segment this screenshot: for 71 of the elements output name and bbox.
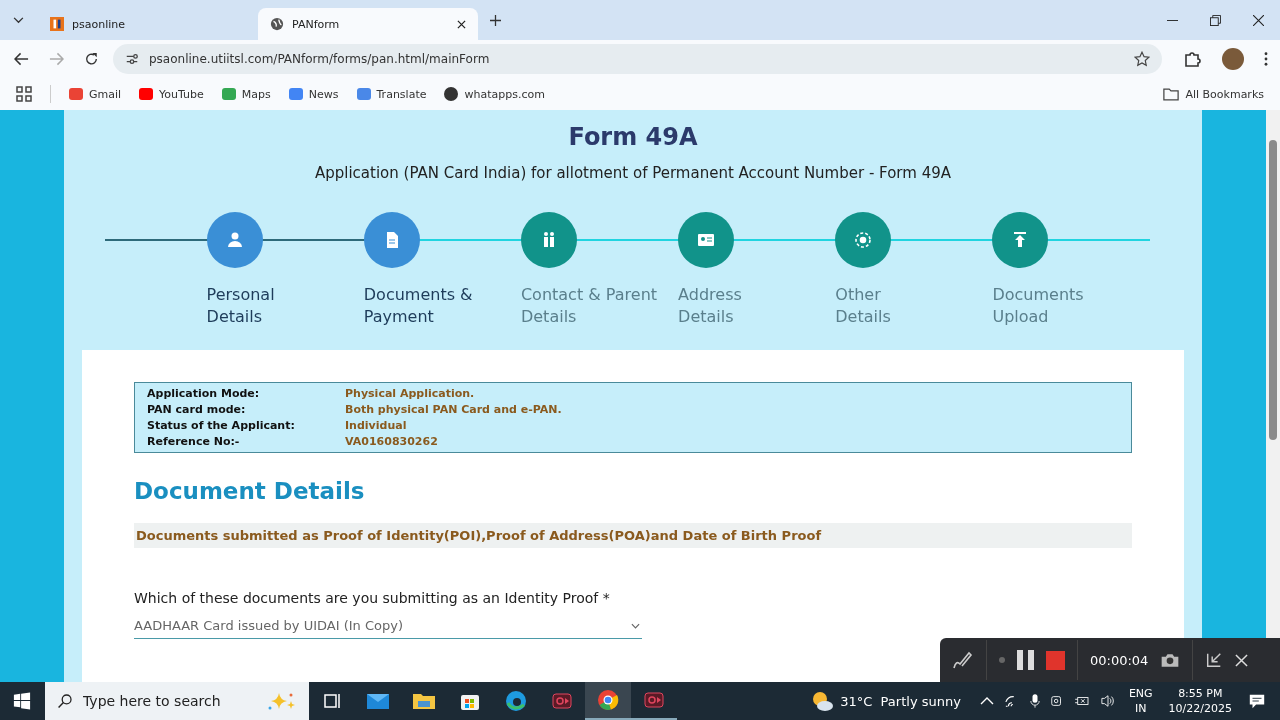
weather-text[interactable]: 31°C Partly sunny <box>840 693 961 709</box>
step-label: Other Details <box>835 284 892 328</box>
step-label: Personal Details <box>206 284 276 328</box>
summary-label: Status of the Applicant: <box>147 419 296 432</box>
back-icon[interactable] <box>14 52 29 66</box>
region-text[interactable]: IN <box>1135 701 1147 716</box>
restore-icon[interactable] <box>1210 14 1221 26</box>
summary-label: Reference No:- <box>147 435 241 448</box>
camera-icon[interactable] <box>1160 651 1181 669</box>
bookmark-link[interactable]: Translate <box>356 87 427 101</box>
bookmark-link[interactable]: Maps <box>221 87 271 101</box>
chevron-up-icon[interactable] <box>979 697 994 705</box>
summary-value: Physical Application. <box>345 387 476 400</box>
bookmark-link[interactable]: Gmail <box>69 87 122 101</box>
close-tab-icon[interactable] <box>457 19 466 29</box>
speaker-icon[interactable] <box>1099 694 1116 708</box>
puzzle-icon[interactable] <box>1182 49 1202 69</box>
site-logo-icon <box>50 17 64 31</box>
identity-proof-dropdown[interactable]: AADHAAR Card issued by UIDAI (In Copy) <box>134 618 642 639</box>
summary-label: PAN card mode: <box>147 403 247 416</box>
step-label: Documents Upload <box>992 284 1085 328</box>
bookmark-star-icon[interactable] <box>1134 51 1150 67</box>
summary-value: VA0160830262 <box>345 435 439 448</box>
taskbar-search-field[interactable]: Type here to search <box>45 682 309 720</box>
search-icon <box>57 693 73 709</box>
all-bookmarks-button[interactable]: All Bookmarks <box>1163 87 1264 101</box>
summary-value: Individual <box>345 419 408 432</box>
clock-time[interactable]: 8:55 PM <box>1178 686 1223 701</box>
dot-icon <box>999 657 1005 663</box>
question-label: Which of these documents are you submitting as an Identity Proof * <box>134 590 611 606</box>
notice-text: Documents submitted as Proof of Identity(POI),Proof of Address(POA)and Date of Birth Proof <box>134 523 1132 548</box>
bookmark-link[interactable]: YouTube <box>139 87 204 101</box>
language-text[interactable]: ENG <box>1128 686 1153 701</box>
section-title: Document Details <box>134 477 366 505</box>
close-icon[interactable] <box>1253 14 1264 26</box>
site-settings-icon <box>125 52 139 66</box>
step-label: Documents & Payment <box>363 284 474 328</box>
browser-tab[interactable]: psaonline <box>38 8 258 40</box>
battery-icon[interactable] <box>1073 695 1090 707</box>
address-bar[interactable]: psaonline.utiitsl.com/PANform/forms/pan.html/mainForm <box>113 44 1162 74</box>
browser-tab[interactable]: PANform <box>258 8 478 40</box>
minimize-window-icon[interactable] <box>1205 651 1224 669</box>
stop-icon[interactable] <box>1046 650 1065 670</box>
tab-search-icon[interactable] <box>13 16 24 24</box>
notifications-icon[interactable] <box>1248 692 1266 710</box>
summary-value: Both physical PAN Card and e-PAN. <box>345 403 563 416</box>
new-tab-icon[interactable] <box>490 14 501 26</box>
sparkle-icon <box>267 691 297 711</box>
folder-icon <box>1163 87 1180 101</box>
chevron-icon <box>631 622 640 629</box>
windows-start-icon[interactable] <box>13 692 31 710</box>
recording-timer: 00:00:04 <box>1090 652 1149 668</box>
form-subtitle: Application (PAN Card India) for allotment of Permanent Account Number - Form 49A <box>313 164 952 182</box>
pause-icon[interactable] <box>1017 650 1034 670</box>
profile-avatar[interactable] <box>1222 48 1244 70</box>
step-label: Address Details <box>678 284 743 328</box>
clock-date[interactable]: 10/22/2025 <box>1168 701 1232 716</box>
camera-icon[interactable] <box>1049 694 1064 708</box>
menu-icon[interactable] <box>1264 52 1268 66</box>
form-title: Form 49A <box>567 122 699 152</box>
microphone-icon[interactable] <box>1029 693 1040 709</box>
apps-grid-icon[interactable] <box>16 86 32 102</box>
scrollbar[interactable] <box>1266 110 1280 638</box>
chrome-browser-icon[interactable] <box>585 682 631 720</box>
weather-icon <box>810 689 835 713</box>
bookmark-link[interactable]: News <box>288 87 339 101</box>
summary-label: Application Mode: <box>147 387 261 400</box>
reload-icon[interactable] <box>84 52 99 66</box>
globe-icon <box>270 17 284 31</box>
bookmark-link[interactable]: whatapps.com <box>444 87 545 101</box>
step-label: Contact & Parent Details <box>520 284 659 328</box>
